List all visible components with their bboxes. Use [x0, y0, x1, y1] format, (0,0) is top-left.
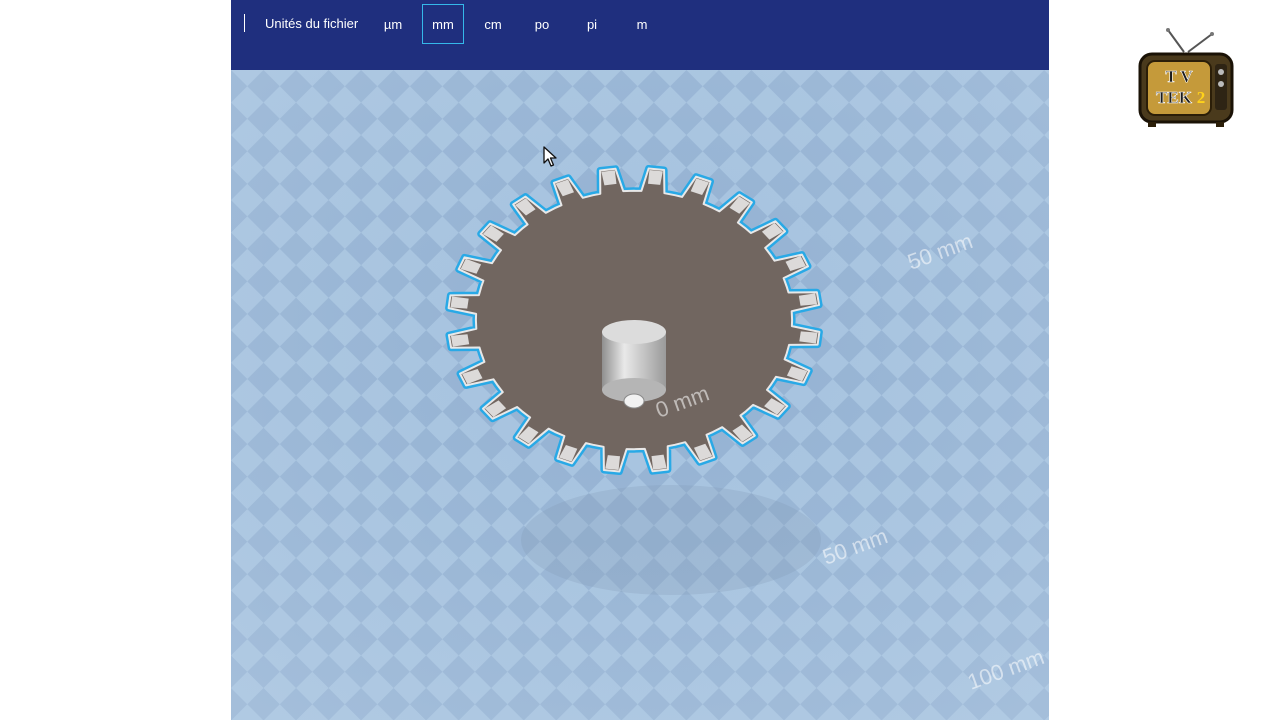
- gear-tooth-face: [450, 296, 469, 309]
- app-window: Unités du fichier µm mm cm po pi m 50 mm…: [231, 0, 1049, 720]
- logo-line1: T V: [1165, 67, 1193, 86]
- build-plate: 50 mm 50 mm 100 mm 0 mm: [231, 70, 1049, 720]
- unit-option-mm[interactable]: mm: [422, 4, 464, 44]
- units-label: Unités du fichier: [265, 16, 359, 31]
- gear-tooth-face: [605, 455, 620, 470]
- unit-option-pi[interactable]: pi: [571, 4, 613, 44]
- hub-top: [602, 320, 666, 344]
- axle-hole: [623, 393, 645, 409]
- toolbar-separator: [244, 14, 245, 32]
- tvtek-logo: T V TEK 2: [1138, 28, 1234, 127]
- logo-badge: 2: [1197, 88, 1206, 107]
- gear-shadow: [521, 485, 821, 595]
- logo-line2: TEK: [1156, 88, 1193, 107]
- unit-option-po[interactable]: po: [521, 4, 563, 44]
- units-toolbar: Unités du fichier µm mm cm po pi m: [231, 0, 1049, 70]
- unit-option-m[interactable]: m: [621, 4, 663, 44]
- gear-tooth-face: [799, 331, 818, 344]
- antenna-left: [1167, 29, 1185, 53]
- unit-option-um[interactable]: µm: [372, 4, 414, 44]
- gear-tooth-face: [648, 170, 663, 185]
- unit-option-cm[interactable]: cm: [472, 4, 514, 44]
- 3d-viewport[interactable]: 50 mm 50 mm 100 mm 0 mm: [231, 70, 1049, 720]
- mouse-pointer-icon: [543, 146, 557, 167]
- antenna-right: [1187, 33, 1213, 53]
